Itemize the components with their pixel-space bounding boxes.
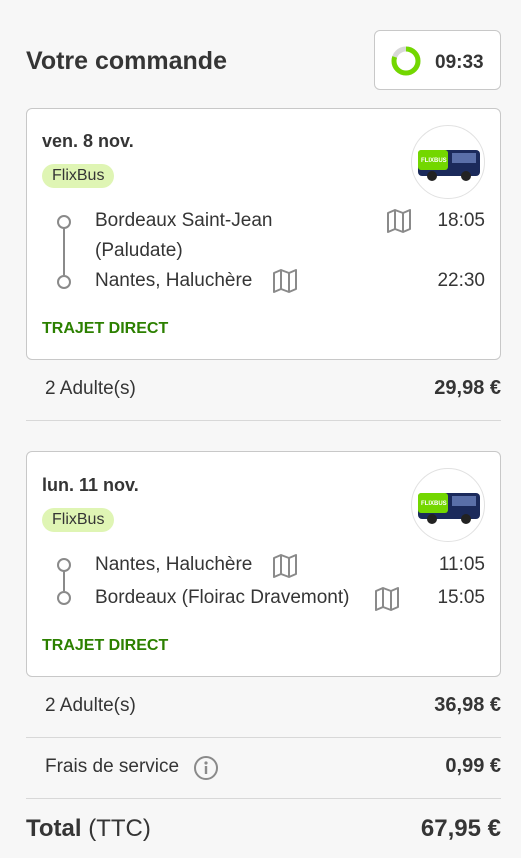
departure-time: 18:05 xyxy=(437,210,485,231)
countdown-timer: 09:33 xyxy=(374,30,501,90)
trip-date: ven. 8 nov. xyxy=(42,131,134,151)
map-icon[interactable] xyxy=(374,586,400,612)
logo-text: FLIXBUS xyxy=(421,501,447,507)
direct-trip-tag: TRAJET DIRECT xyxy=(42,637,169,654)
price-row-outbound: 2 Adulte(s) 29,98 € xyxy=(26,360,501,421)
departure-dot xyxy=(57,558,71,572)
passengers-label: 2 Adulte(s) xyxy=(45,378,136,399)
arrival-dot xyxy=(57,275,71,289)
map-icon[interactable] xyxy=(272,553,298,579)
operator-badge: FlixBus xyxy=(42,508,115,532)
map-icon[interactable] xyxy=(272,268,298,294)
route-line xyxy=(63,571,65,591)
service-fee-row: Frais de service 0,99 € xyxy=(26,738,501,799)
map-icon[interactable] xyxy=(386,208,412,234)
arrival-time: 22:30 xyxy=(437,270,485,291)
total-label-bold: Total xyxy=(26,815,82,842)
service-fee-value: 0,99 € xyxy=(445,755,501,777)
price-value: 29,98 € xyxy=(434,377,501,399)
departure-time: 11:05 xyxy=(438,554,485,575)
bus-logo: FLIXBUS xyxy=(411,468,485,542)
departure-stop: Nantes, Haluchère xyxy=(95,554,253,575)
order-header: Votre commande 09:33 xyxy=(26,30,501,92)
arrival-time: 15:05 xyxy=(437,587,485,608)
operator-badge: FlixBus xyxy=(42,164,115,188)
timer-ring-icon xyxy=(391,46,421,76)
total-label: Total (TTC) xyxy=(26,815,151,843)
timer-value: 09:33 xyxy=(435,52,484,73)
total-label-suffix: (TTC) xyxy=(88,815,151,842)
total-value: 67,95 € xyxy=(420,815,501,842)
bus-logo: FLIXBUS xyxy=(411,125,485,199)
route-line xyxy=(63,228,65,275)
departure-stop-line1: Bordeaux Saint-Jean xyxy=(95,210,273,231)
trip-card-return[interactable]: lun. 11 nov. FlixBus FLIXBUS Nantes, Hal… xyxy=(26,451,501,677)
service-fee-label: Frais de service xyxy=(45,756,180,777)
info-icon[interactable] xyxy=(193,755,219,781)
price-row-return: 2 Adulte(s) 36,98 € xyxy=(26,677,501,738)
direct-trip-tag: TRAJET DIRECT xyxy=(42,320,169,337)
arrival-dot xyxy=(57,591,71,605)
logo-text: FLIXBUS xyxy=(421,158,447,164)
total-row: Total (TTC) 67,95 € xyxy=(26,799,501,858)
departure-stop-line2: (Paludate) xyxy=(95,240,183,261)
trip-card-outbound[interactable]: ven. 8 nov. FlixBus FLIXBUS Bordeaux Sai… xyxy=(26,108,501,360)
arrival-stop: Nantes, Haluchère xyxy=(95,270,253,291)
trip-date: lun. 11 nov. xyxy=(42,475,139,495)
order-summary: Votre commande 09:33 ven. 8 nov. FlixBus… xyxy=(0,0,521,858)
page-title: Votre commande xyxy=(26,47,227,75)
price-value: 36,98 € xyxy=(434,694,501,716)
passengers-label: 2 Adulte(s) xyxy=(45,695,136,716)
departure-dot xyxy=(57,215,71,229)
arrival-stop: Bordeaux (Floirac Dravemont) xyxy=(95,587,350,608)
